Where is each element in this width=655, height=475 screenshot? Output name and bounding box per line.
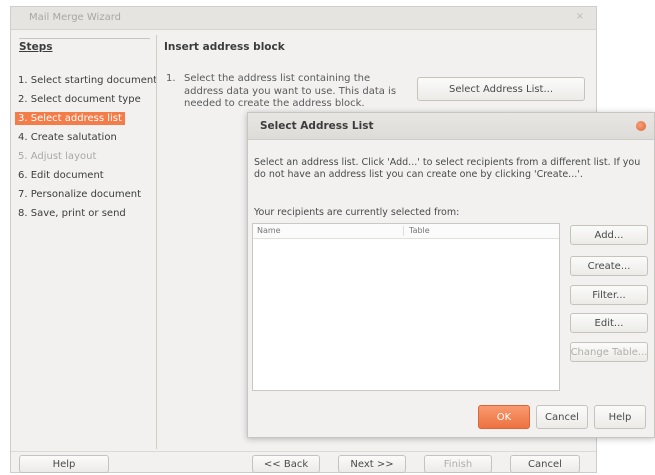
- step-select-starting-document[interactable]: 1. Select starting document: [15, 74, 160, 87]
- dialog-cancel-button[interactable]: Cancel: [536, 405, 588, 429]
- step-save-print-send[interactable]: 8. Save, print or send: [15, 207, 129, 220]
- dialog-description: Select an address list. Click 'Add...' t…: [254, 157, 641, 180]
- change-table-button: Change Table...: [570, 342, 648, 362]
- instruction-text: Select the address list containing the a…: [184, 73, 397, 109]
- step-edit-document[interactable]: 6. Edit document: [15, 169, 107, 182]
- column-header-name[interactable]: Name: [257, 226, 281, 235]
- steps-heading: Steps: [19, 41, 53, 53]
- step-adjust-layout: 5. Adjust layout: [18, 151, 97, 162]
- ok-button[interactable]: OK: [478, 405, 530, 429]
- dialog-help-button[interactable]: Help: [594, 405, 646, 429]
- wizard-title: Mail Merge Wizard: [29, 12, 121, 23]
- wizard-cancel-button[interactable]: Cancel: [510, 455, 580, 473]
- edit-button[interactable]: Edit...: [570, 313, 648, 333]
- dialog-title: Select Address List: [260, 120, 374, 132]
- finish-button: Finish: [424, 455, 492, 473]
- add-button[interactable]: Add...: [570, 225, 648, 245]
- steps-separator: [156, 35, 157, 449]
- select-address-list-button[interactable]: Select Address List...: [417, 77, 585, 101]
- step-select-document-type[interactable]: 2. Select document type: [15, 93, 144, 106]
- page-title: Insert address block: [164, 41, 285, 53]
- dialog-close-icon[interactable]: [636, 121, 646, 131]
- step-create-salutation[interactable]: 4. Create salutation: [15, 131, 120, 144]
- wizard-close-icon[interactable]: ×: [576, 11, 584, 22]
- column-header-table[interactable]: Table: [409, 226, 430, 235]
- back-button[interactable]: << Back: [252, 455, 320, 473]
- table-header: Name Table: [253, 224, 559, 239]
- step-personalize-document[interactable]: 7. Personalize document: [15, 188, 144, 201]
- step-select-address-list[interactable]: 3. Select address list: [15, 112, 125, 125]
- address-list-table[interactable]: Name Table: [252, 223, 560, 391]
- instruction-number: 1.: [166, 73, 176, 84]
- wizard-help-button[interactable]: Help: [19, 455, 109, 473]
- selected-from-label: Your recipients are currently selected f…: [254, 207, 460, 218]
- steps-divider: [19, 38, 150, 39]
- wizard-title-bar[interactable]: Mail Merge Wizard ×: [11, 7, 596, 30]
- filter-button[interactable]: Filter...: [570, 285, 648, 305]
- select-address-list-dialog: Select Address List Select an address li…: [247, 112, 655, 438]
- dialog-title-bar[interactable]: Select Address List: [248, 113, 654, 140]
- create-button[interactable]: Create...: [570, 256, 648, 276]
- footer-divider: [11, 451, 596, 452]
- next-button[interactable]: Next >>: [338, 455, 406, 473]
- column-divider: [403, 226, 404, 236]
